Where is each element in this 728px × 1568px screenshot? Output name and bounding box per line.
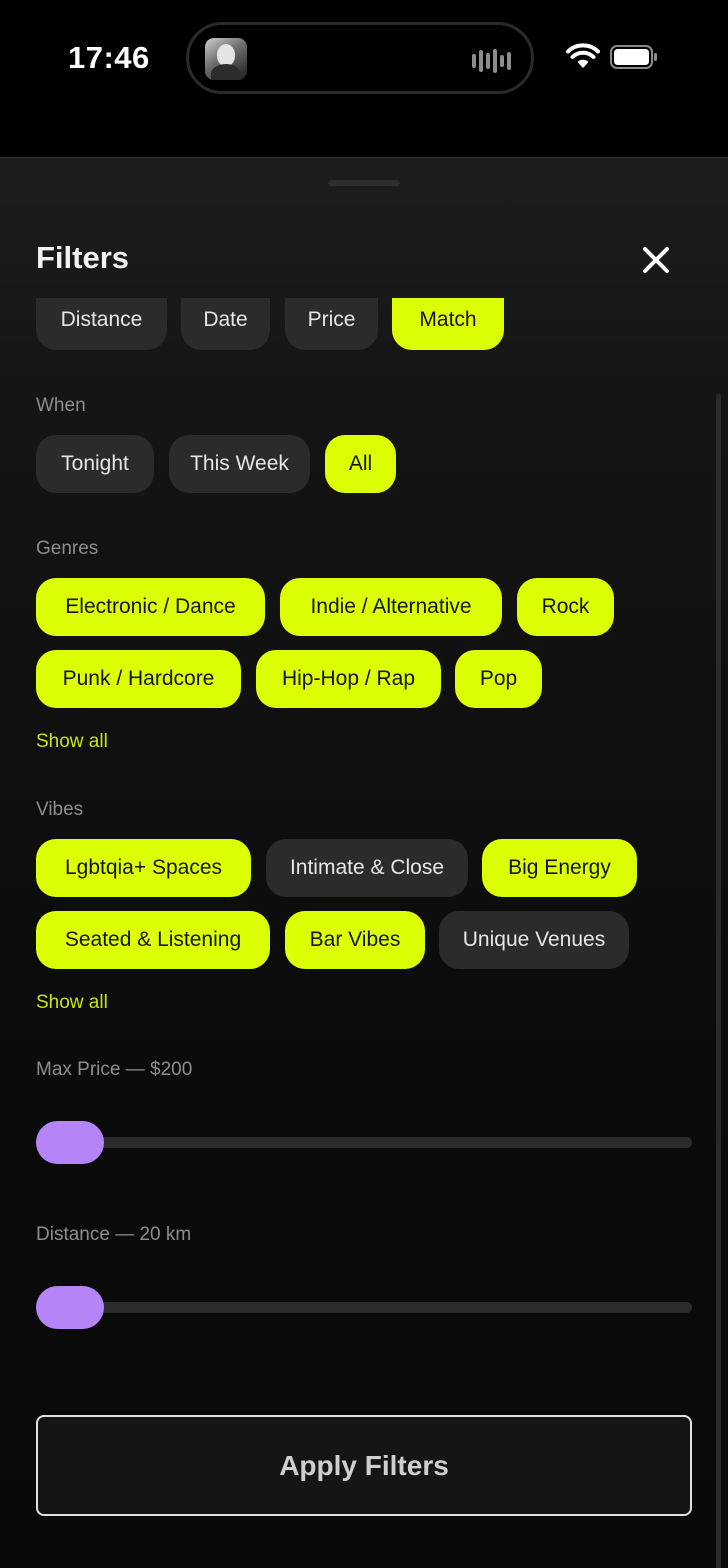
vibe-chip-unique-venues[interactable]: Unique Venues bbox=[439, 911, 629, 969]
max-price-label: Max Price — $200 bbox=[36, 1059, 193, 1080]
vibe-chip-intimate-close[interactable]: Intimate & Close bbox=[266, 839, 468, 897]
sheet-title: Filters bbox=[36, 240, 130, 275]
vibe-chip-lgbtqia-spaces[interactable]: Lgbtqia+ Spaces bbox=[36, 839, 251, 897]
genre-chip-pop[interactable]: Pop bbox=[455, 650, 542, 708]
distance-slider-track[interactable] bbox=[36, 1302, 692, 1313]
scrollbar[interactable] bbox=[716, 394, 721, 1568]
max-price-slider-track[interactable] bbox=[36, 1137, 692, 1148]
sheet-drag-handle[interactable] bbox=[328, 180, 400, 186]
genre-chip-indie-alternative[interactable]: Indie / Alternative bbox=[280, 578, 502, 636]
status-time: 17:46 bbox=[68, 40, 150, 75]
wifi-icon bbox=[566, 43, 600, 68]
distance-label: Distance — 20 km bbox=[36, 1224, 192, 1245]
sort-chip-distance[interactable]: Distance bbox=[36, 298, 167, 350]
when-chip-all[interactable]: All bbox=[325, 435, 396, 493]
genre-chip-rock[interactable]: Rock bbox=[517, 578, 614, 636]
genres-show-all-link[interactable]: Show all bbox=[36, 731, 108, 753]
apply-filters-button[interactable]: Apply Filters bbox=[36, 1415, 692, 1516]
now-playing-artwork[interactable] bbox=[205, 38, 247, 80]
sort-chip-price[interactable]: Price bbox=[285, 298, 378, 350]
dynamic-island[interactable] bbox=[186, 22, 534, 94]
genre-chip-punk-hardcore[interactable]: Punk / Hardcore bbox=[36, 650, 241, 708]
status-bar: 17:46 bbox=[0, 0, 728, 157]
battery-icon bbox=[610, 45, 657, 69]
close-icon[interactable] bbox=[636, 240, 676, 280]
vibe-chip-bar-vibes[interactable]: Bar Vibes bbox=[285, 911, 425, 969]
vibe-chip-big-energy[interactable]: Big Energy bbox=[482, 839, 637, 897]
when-chip-this-week[interactable]: This Week bbox=[169, 435, 310, 493]
when-label: When bbox=[36, 395, 86, 416]
distance-slider-thumb[interactable] bbox=[36, 1286, 104, 1329]
filters-sheet: Filters Distance Date Price Match When T… bbox=[0, 157, 728, 1568]
max-price-slider-thumb[interactable] bbox=[36, 1121, 104, 1164]
sort-chip-date[interactable]: Date bbox=[181, 298, 270, 350]
sort-chip-match[interactable]: Match bbox=[392, 298, 504, 350]
vibes-label: Vibes bbox=[36, 799, 84, 820]
genre-chip-electronic-dance[interactable]: Electronic / Dance bbox=[36, 578, 265, 636]
vibes-show-all-link[interactable]: Show all bbox=[36, 992, 108, 1014]
genres-label: Genres bbox=[36, 538, 99, 559]
when-chip-tonight[interactable]: Tonight bbox=[36, 435, 154, 493]
genre-chip-hip-hop-rap[interactable]: Hip-Hop / Rap bbox=[256, 650, 441, 708]
vibe-chip-seated-listening[interactable]: Seated & Listening bbox=[36, 911, 270, 969]
audio-waveform-icon bbox=[472, 49, 511, 73]
